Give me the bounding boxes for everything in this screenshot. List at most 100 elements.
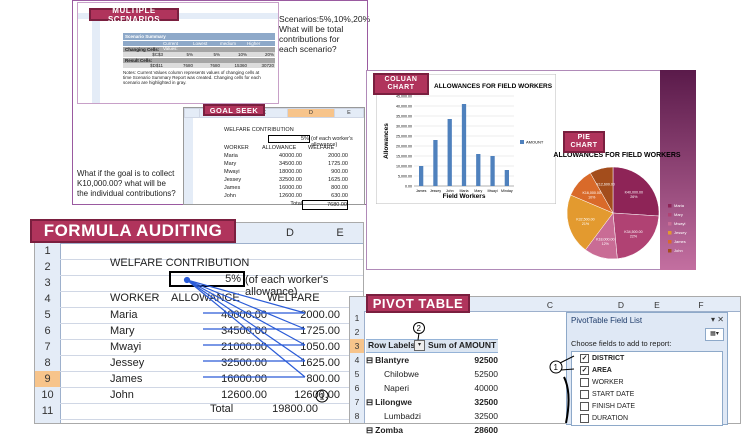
column-header[interactable] — [184, 108, 200, 118]
field-list-title: PivotTable Field List — [571, 316, 643, 325]
choose-fields-label: Choose fields to add to report: — [571, 339, 672, 348]
field-checkbox[interactable] — [580, 389, 589, 399]
goal-seek-rate[interactable]: 5% — [268, 135, 310, 143]
column-header[interactable]: E — [334, 108, 364, 118]
worker-cell[interactable]: Maria — [224, 152, 262, 160]
worker-cell[interactable]: Mwayi — [224, 168, 262, 176]
precedent-arrow — [186, 279, 306, 330]
callout-number: 1 — [320, 392, 325, 402]
pivot-row-value[interactable]: 28600 — [460, 423, 498, 437]
goal-seek-header-row: WORKER ALLOWANCE WELFARE — [224, 144, 350, 152]
y-tick-label: 45,000.00 — [396, 95, 412, 99]
total-value[interactable]: 7680.00 — [302, 200, 348, 210]
legend-label: John — [674, 248, 683, 253]
legend-swatch — [668, 240, 672, 244]
welfare-cell[interactable]: 630.00 — [302, 192, 348, 200]
field-checkbox[interactable] — [580, 377, 589, 387]
legend-label: James — [674, 239, 686, 244]
pivot-row-label[interactable]: ⊟ Zomba — [366, 423, 460, 437]
field-checkbox[interactable]: ✓ — [580, 353, 589, 363]
field-checkbox[interactable]: ✓ — [580, 365, 589, 375]
pie-chart: ALLOWANCES FOR FIELD WORKERSK40,000.00 26… — [553, 152, 686, 260]
y-tick-label: 35,000.00 — [396, 115, 412, 119]
allowance-cell[interactable]: 34500.00 — [262, 160, 302, 168]
pivot-table-banner: PIVOT TABLE — [366, 294, 470, 313]
table-row: Mwayi 18000.00 900.00 — [224, 168, 350, 176]
field-name: DURATION — [592, 414, 629, 422]
collapse-icon[interactable]: ⊟ — [366, 425, 373, 435]
welfare-cell[interactable]: 1725.00 — [302, 160, 348, 168]
legend-label: Jessey — [674, 230, 686, 235]
column-header-d[interactable]: D — [606, 300, 636, 310]
x-tick-label: James — [416, 189, 427, 193]
column-header-d[interactable]: D — [287, 108, 335, 118]
pie-chart-banner: PIE CHART — [563, 131, 605, 153]
goal-seek-sheet: B C D E WELFARE CONTRIBUTION 5% (of each… — [183, 107, 365, 210]
x-tick-label: Mwayi — [487, 189, 497, 193]
y-tick-label: 15,000.00 — [396, 155, 412, 159]
x-tick-label: Jessey — [430, 189, 441, 193]
callout-number: 1 — [554, 363, 559, 372]
field-item[interactable]: ✓ DISTRICT — [572, 352, 722, 364]
legend-swatch — [668, 249, 672, 253]
y-tick-label: 0.00 — [405, 185, 412, 189]
column-chart-banner-line: CHART — [387, 84, 415, 91]
worker-cell[interactable]: John — [224, 192, 262, 200]
callout-line — [417, 332, 420, 341]
goal-seek-question: What if the goal is to collect K10,000.0… — [77, 169, 185, 199]
goal-seek-question-line: What if the goal is to collect — [77, 169, 175, 178]
pivot-callouts: 2 — [413, 322, 425, 341]
allowance-cell[interactable]: 18000.00 — [262, 168, 302, 176]
worker-cell[interactable]: Mary — [224, 160, 262, 168]
field-item[interactable]: FINISH DATE — [572, 400, 722, 412]
precedent-arrows: 1 — [183, 276, 329, 403]
column-bar — [433, 140, 438, 186]
pivot-sheet: C D E F 12345678 Row Labels ▾ Sum of AMO… — [349, 296, 741, 435]
field-item[interactable]: START DATE — [572, 388, 722, 400]
field-name: START DATE — [592, 390, 635, 398]
field-name: AREA — [592, 366, 612, 374]
column-chart-banner-line: COLUAN — [384, 76, 418, 83]
goal-seek-question-line: K10,000.00? what will be — [77, 179, 166, 188]
pie-chart-banner-line: CHART — [570, 142, 598, 149]
y-tick-label: 25,000.00 — [396, 135, 412, 139]
field-item[interactable]: ✓ AREA — [572, 364, 722, 376]
legend-label: Mary — [674, 212, 683, 217]
allowance-cell[interactable]: 16000.00 — [262, 184, 302, 192]
pivot-field-list[interactable]: PivotTable Field List ▾ ✕ ▦▾ Choose fiel… — [566, 312, 728, 426]
field-list-box: ✓ DISTRICT ✓ AREA WORKER START DATE FINISH DAT… — [571, 351, 723, 426]
allowance-cell[interactable]: 40000.00 — [262, 152, 302, 160]
legend-label: AMOUNT — [526, 140, 544, 145]
column-header-e[interactable]: E — [642, 300, 672, 310]
field-checkbox[interactable] — [580, 401, 589, 411]
field-list-layout-button[interactable]: ▦▾ — [705, 328, 724, 341]
field-name: WORKER — [592, 378, 624, 386]
pie-title: ALLOWANCES FOR FIELD WORKERS — [553, 152, 680, 159]
callout-number: 2 — [417, 324, 422, 333]
welfare-cell[interactable]: 1625.00 — [302, 176, 348, 184]
precedent-arrow — [186, 279, 306, 314]
goal-seek-row-headers — [184, 118, 193, 204]
allowance-cell[interactable]: 12600.00 — [262, 192, 302, 200]
welfare-cell[interactable]: 2000.00 — [302, 152, 348, 160]
goal-seek-table: WORKER ALLOWANCE WELFARE Maria 40000.00 20… — [224, 144, 350, 210]
field-item[interactable]: WORKER — [572, 376, 722, 388]
column-header-f[interactable]: F — [686, 300, 716, 310]
table-row: Maria 40000.00 2000.00 — [224, 152, 350, 160]
y-tick-label: 20,000.00 — [396, 145, 412, 149]
welfare-cell[interactable]: 800.00 — [302, 184, 348, 192]
y-tick-label: 30,000.00 — [396, 125, 412, 129]
field-name: FINISH DATE — [592, 402, 636, 410]
column-chart-banner: COLUAN CHART — [373, 73, 429, 95]
welfare-cell[interactable]: 900.00 — [302, 168, 348, 176]
field-list-close-icon[interactable]: ▾ ✕ — [711, 315, 724, 324]
formula-auditing-sheet: C D E 1234567891011 WELFARE CONTRIBUTION… — [34, 222, 364, 424]
legend-swatch — [520, 140, 524, 144]
worker-cell[interactable]: James — [224, 184, 262, 192]
field-item[interactable]: DURATION — [572, 412, 722, 424]
field-checkbox[interactable] — [580, 413, 589, 423]
header-cell: WELFARE — [308, 145, 335, 151]
column-bar — [490, 156, 495, 186]
worker-cell[interactable]: Jessey — [224, 176, 262, 184]
allowance-cell[interactable]: 32500.00 — [262, 176, 302, 184]
